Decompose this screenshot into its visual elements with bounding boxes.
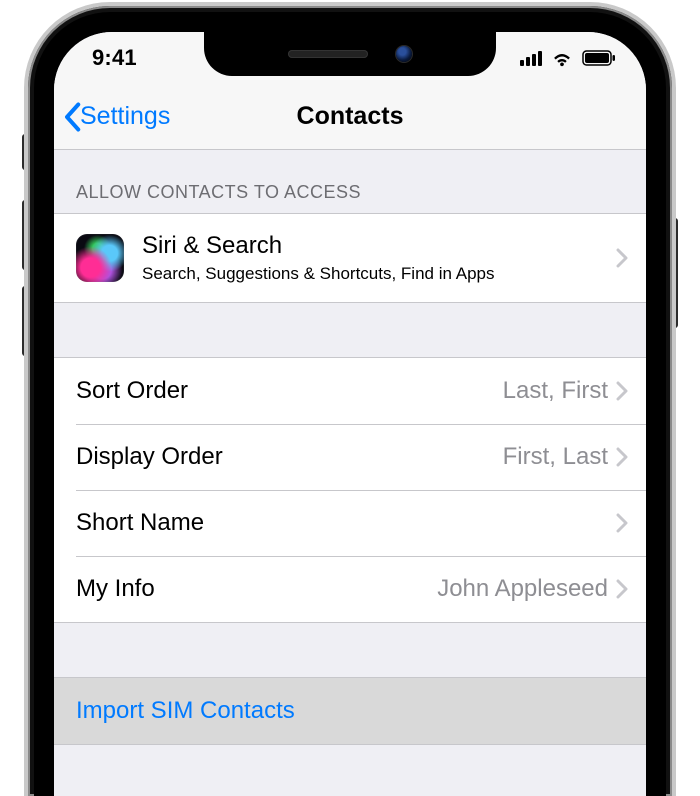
section-spacer [54, 623, 646, 677]
row-sort-order[interactable]: Sort Order Last, First [54, 358, 646, 424]
cellular-signal-icon [520, 50, 542, 66]
row-short-name[interactable]: Short Name [54, 490, 646, 556]
row-label: My Info [76, 575, 155, 603]
status-time: 9:41 [78, 45, 137, 71]
back-button[interactable]: Settings [62, 84, 170, 149]
siri-icon [76, 234, 124, 282]
row-label: Sort Order [76, 377, 188, 405]
row-value: John Appleseed [437, 575, 616, 603]
row-display-order[interactable]: Display Order First, Last [54, 424, 646, 490]
siri-subtitle: Search, Suggestions & Shortcuts, Find in… [142, 263, 494, 284]
back-label: Settings [80, 102, 170, 131]
siri-title: Siri & Search [142, 232, 494, 261]
row-value: First, Last [503, 443, 616, 471]
row-import-sim-contacts[interactable]: Import SIM Contacts [54, 678, 646, 744]
notch [204, 32, 496, 76]
chevron-right-icon [616, 447, 628, 467]
row-label: Display Order [76, 443, 223, 471]
battery-icon [582, 50, 616, 66]
section-header-access: Allow Contacts to Access [54, 150, 646, 213]
status-icons [520, 49, 622, 67]
row-my-info[interactable]: My Info John Appleseed [54, 556, 646, 622]
import-sim-label: Import SIM Contacts [76, 697, 295, 725]
section-spacer [54, 303, 646, 357]
row-label: Short Name [76, 509, 204, 537]
front-camera [396, 46, 412, 62]
table-settings: Sort Order Last, First Display Order Fir… [54, 357, 646, 623]
page-title: Contacts [297, 102, 404, 131]
siri-text-block: Siri & Search Search, Suggestions & Shor… [142, 232, 494, 284]
row-siri-search[interactable]: Siri & Search Search, Suggestions & Shor… [54, 214, 646, 302]
row-value: Last, First [503, 377, 616, 405]
table-access: Siri & Search Search, Suggestions & Shor… [54, 213, 646, 303]
chevron-right-icon [616, 579, 628, 599]
chevron-left-icon [62, 102, 82, 132]
chevron-right-icon [616, 513, 628, 533]
wifi-icon [550, 49, 574, 67]
table-import: Import SIM Contacts [54, 677, 646, 745]
phone-frame: 9:41 [28, 6, 672, 796]
phone-bezel: 9:41 [34, 12, 666, 796]
chevron-right-icon [616, 381, 628, 401]
earpiece-speaker [288, 50, 368, 58]
nav-bar: Settings Contacts [54, 84, 646, 150]
chevron-right-icon [616, 248, 628, 268]
side-power-button[interactable] [672, 218, 678, 328]
screen: 9:41 [54, 32, 646, 796]
